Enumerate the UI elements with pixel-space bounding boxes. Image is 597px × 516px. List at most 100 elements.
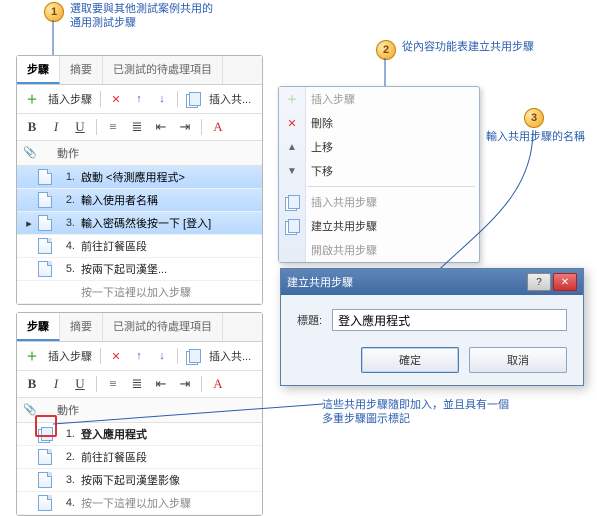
delete-icon: ✕: [284, 115, 300, 131]
ok-button[interactable]: 確定: [361, 347, 459, 373]
tab-pending[interactable]: 已測試的待處理項目: [103, 56, 223, 84]
font-color-button[interactable]: A: [207, 374, 229, 394]
insert-step-label[interactable]: 插入步驟: [44, 348, 96, 364]
menu-open-shared[interactable]: 開啟共用步驟: [279, 238, 479, 262]
column-action: 動作: [57, 402, 79, 418]
table-row[interactable]: 3.按兩下起司漢堡影像: [17, 469, 262, 492]
callout-text-3: 輸入共用步驟的名稱: [486, 130, 585, 144]
close-button[interactable]: ✕: [553, 273, 577, 291]
arrow-up-icon: ▲: [284, 139, 300, 155]
format-bar: B I U ≡ ≣ ⇤ ⇥ A: [17, 114, 262, 141]
callout-badge-2: 2: [376, 40, 396, 60]
delete-icon[interactable]: ✕: [105, 88, 127, 110]
shared-step-icon: [284, 194, 300, 210]
context-menu: ＋插入步驟 ✕刪除 ▲上移 ▼下移 插入共用步驟 建立共用步驟 開啟共用步驟: [278, 86, 480, 263]
insert-shared-label[interactable]: 插入共...: [205, 348, 255, 364]
delete-icon[interactable]: ✕: [105, 345, 127, 367]
font-color-button[interactable]: A: [207, 117, 229, 137]
menu-move-up[interactable]: ▲上移: [279, 135, 479, 159]
separator: [201, 119, 202, 135]
underline-button[interactable]: U: [69, 117, 91, 137]
dialog-label-title: 標題:: [297, 312, 322, 328]
callout-badge-3: 3: [524, 108, 544, 128]
separator: [201, 376, 202, 392]
tab-pending[interactable]: 已測試的待處理項目: [103, 313, 223, 341]
table-row[interactable]: ▸3.輸入密碼然後按一下 [登入]: [17, 212, 262, 235]
dialog-title: 建立共用步驟: [287, 274, 353, 290]
callout-1: 1 選取要與其他測試案例共用的 通用測試步驟: [44, 2, 213, 30]
table-row[interactable]: 4.按一下這裡以加入步驟: [17, 492, 262, 515]
bold-button[interactable]: B: [21, 117, 43, 137]
tab-summary[interactable]: 摘要: [60, 313, 103, 341]
step-icon: [38, 261, 52, 277]
attachment-icon: 📎: [23, 146, 37, 160]
table-row[interactable]: 2.前往訂餐區段: [17, 446, 262, 469]
menu-separator: [307, 186, 475, 187]
tab-steps[interactable]: 步驟: [17, 56, 60, 84]
indent-button[interactable]: ⇥: [174, 374, 196, 394]
cancel-button[interactable]: 取消: [469, 347, 567, 373]
table-row[interactable]: 5.按兩下起司漢堡...: [17, 258, 262, 281]
callout-text-2: 從內容功能表建立共用步驟: [402, 40, 534, 54]
outdent-button[interactable]: ⇤: [150, 117, 172, 137]
callout-text-4: 這些共用步驟隨即加入，並且具有一個 多重步驟圖示標記: [322, 398, 509, 426]
step-icon: [38, 215, 52, 231]
separator: [177, 91, 178, 107]
panel-steps-after: 步驟 摘要 已測試的待處理項目 ＋ 插入步驟 ✕ ↑ ↓ 插入共... B I …: [16, 312, 263, 516]
open-shared-icon: [284, 242, 300, 258]
table-row[interactable]: 1.登入應用程式: [17, 423, 262, 446]
table-row[interactable]: 4.前往訂餐區段: [17, 235, 262, 258]
numbering-button[interactable]: ≣: [126, 117, 148, 137]
format-bar: B I U ≡ ≣ ⇤ ⇥ A: [17, 371, 262, 398]
step-icon: [38, 449, 52, 465]
help-button[interactable]: ?: [527, 273, 551, 291]
insert-step-icon[interactable]: ＋: [21, 345, 43, 367]
toolbar: ＋ 插入步驟 ✕ ↑ ↓ 插入共...: [17, 342, 262, 371]
insert-shared-label[interactable]: 插入共...: [205, 91, 255, 107]
outdent-button[interactable]: ⇤: [150, 374, 172, 394]
insert-step-label[interactable]: 插入步驟: [44, 91, 96, 107]
table-row[interactable]: 按一下這裡以加入步驟: [17, 281, 262, 304]
separator: [96, 119, 97, 135]
title-input[interactable]: [332, 309, 567, 331]
tab-summary[interactable]: 摘要: [60, 56, 103, 84]
insert-shared-icon[interactable]: [182, 88, 204, 110]
bullets-button[interactable]: ≡: [102, 117, 124, 137]
bold-button[interactable]: B: [21, 374, 43, 394]
bullets-button[interactable]: ≡: [102, 374, 124, 394]
menu-insert-shared[interactable]: 插入共用步驟: [279, 190, 479, 214]
tabs: 步驟 摘要 已測試的待處理項目: [17, 313, 262, 342]
italic-button[interactable]: I: [45, 374, 67, 394]
column-action: 動作: [57, 145, 79, 161]
grid-header: 📎 動作: [17, 398, 262, 423]
move-up-icon[interactable]: ↑: [128, 88, 150, 110]
row-indicator-icon: ▸: [21, 217, 37, 230]
tab-steps[interactable]: 步驟: [17, 313, 60, 341]
menu-create-shared[interactable]: 建立共用步驟: [279, 214, 479, 238]
move-down-icon[interactable]: ↓: [151, 88, 173, 110]
menu-delete[interactable]: ✕刪除: [279, 111, 479, 135]
numbering-button[interactable]: ≣: [126, 374, 148, 394]
menu-insert-step[interactable]: ＋插入步驟: [279, 87, 479, 111]
callout-2: 2 從內容功能表建立共用步驟: [376, 40, 534, 60]
indent-button[interactable]: ⇥: [174, 117, 196, 137]
move-down-icon[interactable]: ↓: [151, 345, 173, 367]
insert-step-icon[interactable]: ＋: [21, 88, 43, 110]
create-shared-icon: [284, 218, 300, 234]
step-icon: [38, 472, 52, 488]
grid-header: 📎 動作: [17, 141, 262, 166]
insert-shared-icon[interactable]: [182, 345, 204, 367]
menu-move-down[interactable]: ▼下移: [279, 159, 479, 183]
step-icon: [38, 169, 52, 185]
step-icon: [38, 192, 52, 208]
toolbar: ＋ 插入步驟 ✕ ↑ ↓ 插入共...: [17, 85, 262, 114]
table-row[interactable]: 1.啟動 <待測應用程式>: [17, 166, 262, 189]
separator: [177, 348, 178, 364]
move-up-icon[interactable]: ↑: [128, 345, 150, 367]
table-row[interactable]: 2.輸入使用者名稱: [17, 189, 262, 212]
callout-text-1: 選取要與其他測試案例共用的 通用測試步驟: [70, 2, 213, 30]
grid-rows: 1.登入應用程式 2.前往訂餐區段 3.按兩下起司漢堡影像 4.按一下這裡以加入…: [17, 423, 262, 515]
underline-button[interactable]: U: [69, 374, 91, 394]
arrow-down-icon: ▼: [284, 163, 300, 179]
italic-button[interactable]: I: [45, 117, 67, 137]
